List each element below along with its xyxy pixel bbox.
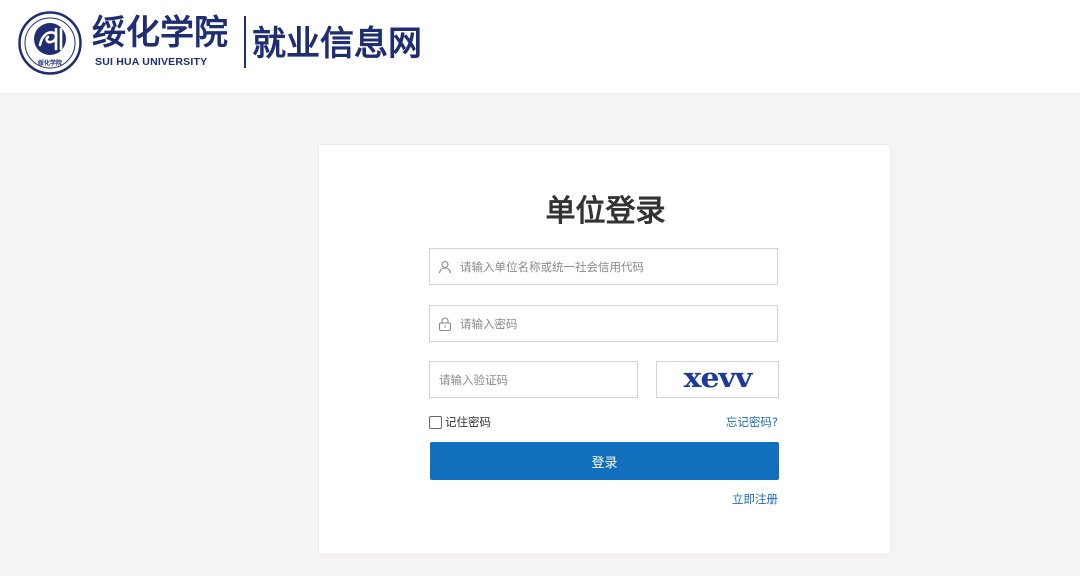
login-card: 单位登录 xevv 记住密码 忘记密码? 登录 立即注册 [318, 144, 891, 555]
page-title: 单位登录 [545, 194, 666, 229]
password-input[interactable] [460, 306, 777, 341]
captcha-text: xevv [683, 362, 753, 395]
brand-name-cn: 绥化学院 [92, 13, 228, 53]
site-name: 就业信息网 [252, 24, 422, 64]
captcha-input[interactable] [439, 362, 637, 397]
site-header: 绥化学院 绥化学院 SUI HUA UNIVERSITY 就业信息网 [0, 0, 1080, 94]
login-button[interactable]: 登录 [430, 442, 779, 480]
brand-name-en: SUI HUA UNIVERSITY [95, 56, 208, 68]
remember-password-checkbox[interactable]: 记住密码 [429, 414, 491, 430]
checkbox-icon[interactable] [429, 415, 442, 429]
register-link[interactable]: 立即注册 [732, 491, 778, 507]
password-field[interactable] [429, 305, 778, 342]
brand-divider [244, 16, 246, 68]
lock-icon [438, 316, 452, 331]
username-input[interactable] [460, 249, 777, 284]
forgot-password-link[interactable]: 忘记密码? [726, 414, 778, 430]
captcha-image[interactable]: xevv [656, 361, 779, 398]
university-seal-icon[interactable]: 绥化学院 [18, 11, 82, 75]
remember-password-label: 记住密码 [445, 415, 491, 429]
username-field[interactable] [429, 248, 778, 285]
seal-text: 绥化学院 [38, 59, 62, 67]
captcha-field[interactable] [429, 361, 638, 398]
user-icon [438, 260, 452, 273]
